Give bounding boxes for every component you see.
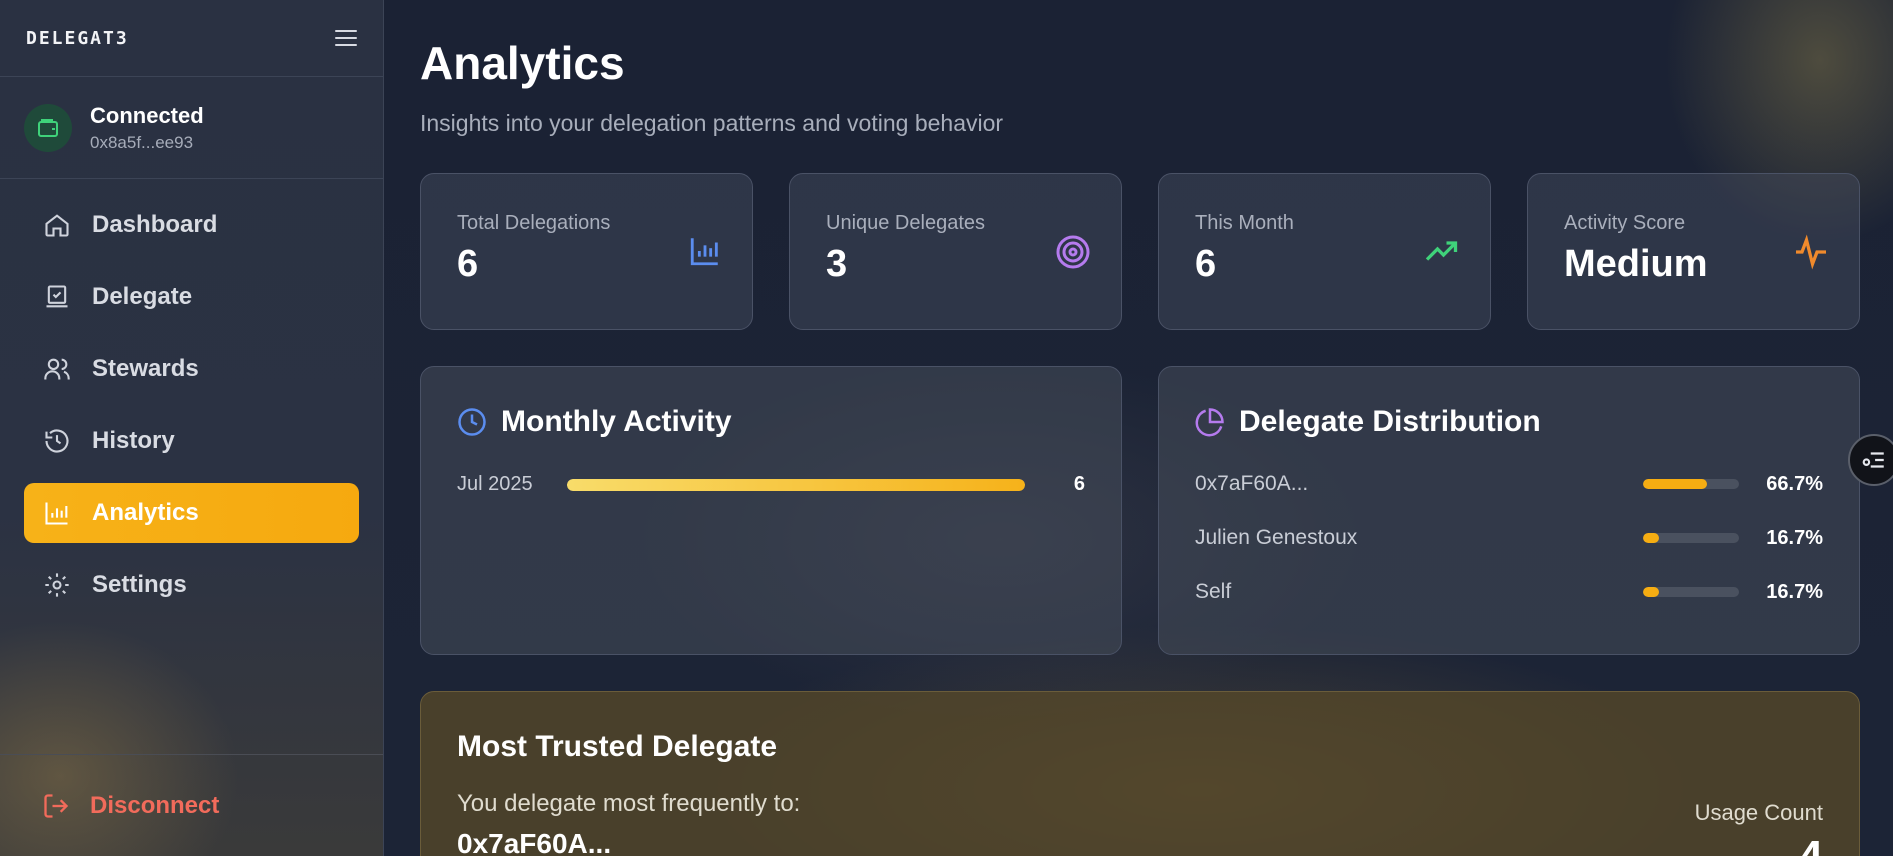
floating-menu-button[interactable] <box>1848 434 1893 486</box>
distribution-bar-fill <box>1643 587 1660 597</box>
activity-icon <box>1793 234 1829 275</box>
sidebar-item-label: History <box>92 427 175 454</box>
distribution-bar-track <box>1643 533 1739 543</box>
usage-value: 4 <box>1695 832 1823 856</box>
stat-value: 6 <box>457 243 479 285</box>
activity-bar-fill <box>567 478 1025 491</box>
disconnect-button[interactable]: Disconnect <box>42 792 219 820</box>
sidebar-item-analytics[interactable]: Analytics <box>24 483 359 543</box>
history-icon <box>42 426 72 456</box>
stat-label: Total Delegations <box>457 212 611 234</box>
sidebar-item-label: Stewards <box>92 355 199 382</box>
main-content: Analytics Insights into your delegation … <box>420 0 1860 856</box>
sidebar-item-label: Delegate <box>92 283 193 310</box>
stat-label: This Month <box>1195 212 1294 234</box>
page-subtitle: Insights into your delegation patterns a… <box>420 110 1004 136</box>
delegate-name: Julien Genestoux <box>1195 526 1358 549</box>
monthly-activity-panel: Monthly Activity Jul 2025 6 <box>420 366 1122 655</box>
list-settings-icon <box>1862 452 1884 468</box>
sidebar-nav: Dashboard Delegate Stewards History Anal… <box>0 179 383 643</box>
distribution-list: 0x7aF60A... 66.7% Julien Genestoux 16.7%… <box>1195 457 1823 619</box>
panel-title: Delegate Distribution <box>1239 405 1541 438</box>
distribution-bar-fill <box>1643 533 1660 543</box>
vote-icon <box>42 282 72 312</box>
wallet-icon <box>24 103 72 152</box>
logout-icon <box>44 793 69 818</box>
distribution-bar-track <box>1643 587 1739 597</box>
stat-card-activity-score: Activity Score Medium <box>1527 173 1860 330</box>
card-description: You delegate most frequently to: <box>457 790 801 817</box>
wallet-address: 0x8a5f...ee93 <box>90 132 194 152</box>
trusted-delegate-address: 0x7aF60A... <box>457 828 612 856</box>
sidebar-footer: Disconnect <box>0 754 383 856</box>
target-icon <box>1055 234 1091 275</box>
stat-value: 3 <box>826 243 848 285</box>
stat-card-this-month: This Month 6 <box>1158 173 1491 330</box>
distribution-row: 0x7aF60A... 66.7% <box>1195 457 1823 511</box>
most-trusted-delegate-card: Most Trusted Delegate You delegate most … <box>420 691 1860 856</box>
trending-up-icon <box>1424 234 1460 275</box>
stat-value: 6 <box>1195 243 1217 285</box>
panel-title: Monthly Activity <box>501 405 732 438</box>
card-title: Most Trusted Delegate <box>457 730 778 763</box>
connection-status: Connected <box>90 102 204 128</box>
page-title: Analytics <box>420 37 625 89</box>
sidebar-item-history[interactable]: History <box>24 411 359 471</box>
stat-card-unique-delegates: Unique Delegates 3 <box>789 173 1122 330</box>
activity-row: Jul 2025 6 <box>457 473 1085 496</box>
bar-chart-icon <box>42 498 72 528</box>
delegate-name: Self <box>1195 580 1232 603</box>
stats-row: Total Delegations 6 Unique Delegates 3 T… <box>420 173 1860 330</box>
sidebar-item-delegate[interactable]: Delegate <box>24 267 359 327</box>
distribution-bar-fill <box>1643 479 1708 489</box>
distribution-bar-track <box>1643 479 1739 489</box>
clock-icon <box>457 407 487 437</box>
sidebar: DELEGAT3 Connected 0x8a5f...ee93 Dashboa… <box>0 0 384 856</box>
disconnect-label: Disconnect <box>90 791 220 819</box>
activity-bar-track <box>567 478 1025 491</box>
activity-month: Jul 2025 <box>457 473 533 495</box>
users-icon <box>42 354 72 384</box>
stat-value: Medium <box>1564 243 1708 285</box>
sidebar-item-stewards[interactable]: Stewards <box>24 339 359 399</box>
delegate-percent: 16.7% <box>1766 526 1823 549</box>
hamburger-menu-icon[interactable] <box>335 30 357 46</box>
usage-count-block: Usage Count 4 <box>1695 800 1823 856</box>
delegate-name: 0x7aF60A... <box>1195 472 1309 495</box>
gear-icon <box>42 570 72 600</box>
delegate-percent: 66.7% <box>1766 472 1823 495</box>
bar-chart-icon <box>688 234 722 273</box>
app-logo: DELEGAT3 <box>26 27 129 49</box>
stat-label: Activity Score <box>1564 212 1686 234</box>
stat-card-total-delegations: Total Delegations 6 <box>420 173 753 330</box>
charts-row: Monthly Activity Jul 2025 6 Delegate Dis… <box>420 366 1860 655</box>
distribution-row: Self 16.7% <box>1195 565 1823 619</box>
sidebar-item-label: Settings <box>92 571 187 598</box>
stat-label: Unique Delegates <box>826 212 985 234</box>
home-icon <box>42 210 72 240</box>
distribution-row: Julien Genestoux 16.7% <box>1195 511 1823 565</box>
brand-header: DELEGAT3 <box>0 0 383 77</box>
sidebar-item-dashboard[interactable]: Dashboard <box>24 195 359 255</box>
delegate-distribution-panel: Delegate Distribution 0x7aF60A... 66.7% … <box>1158 366 1860 655</box>
account-card: Connected 0x8a5f...ee93 <box>0 77 383 179</box>
sidebar-item-settings[interactable]: Settings <box>24 555 359 615</box>
usage-label: Usage Count <box>1694 800 1823 825</box>
pie-chart-icon <box>1195 407 1225 437</box>
sidebar-item-label: Dashboard <box>92 211 218 238</box>
activity-count: 6 <box>1073 473 1085 495</box>
sidebar-item-label: Analytics <box>92 499 199 526</box>
delegate-percent: 16.7% <box>1766 580 1823 603</box>
